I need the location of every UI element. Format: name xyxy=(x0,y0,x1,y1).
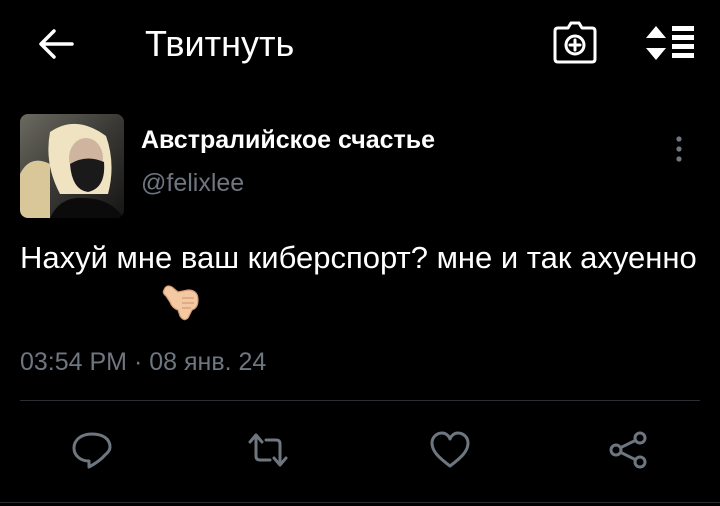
back-button[interactable] xyxy=(34,24,78,64)
like-button[interactable] xyxy=(428,430,472,470)
avatar[interactable] xyxy=(20,114,124,218)
tweet-timestamp: 03:54 PM · 08 янв. 24 xyxy=(20,348,267,376)
arrow-left-icon xyxy=(39,29,74,59)
page-title: Твитнуть xyxy=(145,23,295,64)
user-handle[interactable]: @felixlee xyxy=(141,167,244,199)
camera-button[interactable] xyxy=(551,20,599,66)
heart-icon xyxy=(430,431,470,468)
retweet-button[interactable] xyxy=(246,430,290,470)
sort-button[interactable] xyxy=(644,20,696,66)
camera-plus-icon xyxy=(553,21,597,64)
share-icon xyxy=(609,431,647,469)
sort-list-icon xyxy=(646,26,694,60)
vertical-dots-icon xyxy=(676,136,682,162)
retweet-icon xyxy=(248,433,288,467)
bottom-divider xyxy=(0,502,720,503)
avatar-image xyxy=(20,114,124,218)
reply-icon xyxy=(72,432,112,469)
reply-button[interactable] xyxy=(70,430,114,470)
divider xyxy=(20,400,700,401)
share-button[interactable] xyxy=(606,430,650,470)
more-options-button[interactable] xyxy=(664,130,694,170)
top-bar: Твитнуть xyxy=(0,0,720,90)
display-name[interactable]: Австралийское счастье xyxy=(141,124,435,156)
call-me-hand-emoji xyxy=(158,278,204,324)
tweet-text: Нахуй мне ваш киберспорт? мне и так ахуе… xyxy=(20,240,697,275)
